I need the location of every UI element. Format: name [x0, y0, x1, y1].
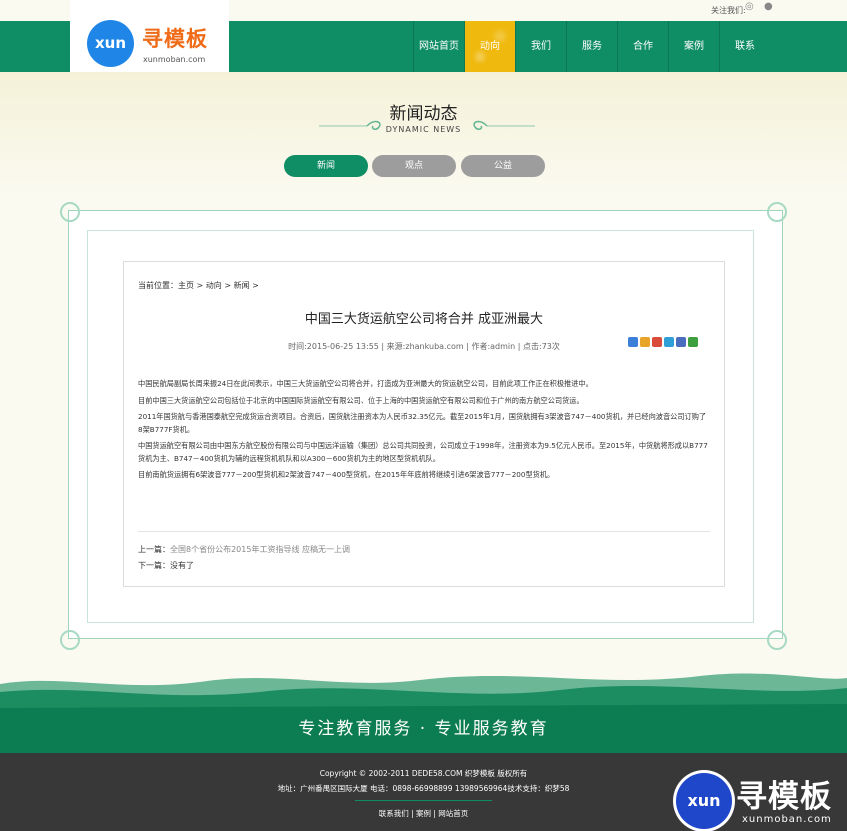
weibo-icon[interactable]: ◎	[745, 2, 757, 12]
footer-divider	[355, 800, 492, 801]
next-article: 下一篇：没有了	[138, 560, 194, 571]
nav-item-services[interactable]: 服务	[566, 21, 617, 72]
share-plus-icon[interactable]	[628, 337, 638, 347]
article-paragraph: 目前中国三大货运航空公司包括位于北京的中国国际货运航空有限公司、位于上海的中国货…	[138, 395, 584, 405]
share-qzone-icon[interactable]	[640, 337, 650, 347]
watermark-name: 寻模板	[736, 779, 832, 815]
article-body: 中国民航局副局长周来振24日在此间表示，中国三大货运航空公司将合并，打造成为亚洲…	[138, 378, 708, 486]
corner-ornament-icon	[767, 202, 787, 222]
prev-article-link[interactable]: 全国8个省份公布2015年工资指导线 应稿无一上调	[170, 545, 350, 554]
section-title: 新闻动态	[389, 104, 458, 124]
watermark-logo: xun 寻模板 xunmoban.com	[676, 771, 847, 831]
corner-ornament-icon	[767, 630, 787, 650]
watermark-badge: xun	[676, 773, 732, 829]
logo-name: 寻模板	[142, 27, 208, 51]
prev-article: 上一篇：全国8个省份公布2015年工资指导线 应稿无一上调	[138, 544, 350, 555]
nav-item-cases[interactable]: 案例	[668, 21, 719, 72]
follow-us-label: 关注我们:	[711, 6, 746, 15]
divider	[138, 531, 710, 532]
article-paragraph: 中国民航局副局长周来振24日在此间表示，中国三大货运航空公司将合并，打造成为亚洲…	[138, 379, 593, 388]
article-title: 中国三大货运航空公司将合并 成亚洲最大	[304, 312, 544, 327]
corner-ornament-icon	[60, 202, 80, 222]
watermark-domain: xunmoban.com	[742, 814, 832, 825]
share-weibo-icon[interactable]	[652, 337, 662, 347]
article-paragraph: 2011年国货航与香港国泰航空完成货运合资项目。合资后，国货航注册资本为人民币3…	[138, 412, 707, 434]
mountain-landscape-icon	[0, 673, 847, 753]
share-wechat-icon[interactable]	[688, 337, 698, 347]
article-paragraph: 目前南航货运拥有6架波音777－200型货机和2架波音747－400型货机，在2…	[138, 470, 555, 479]
section-subtitle: DYNAMIC NEWS	[385, 125, 462, 134]
article-box: 当前位置：主页 > 动向 > 新闻 > 中国三大货运航空公司将合并 成亚洲最大 …	[123, 261, 725, 587]
logo-domain: xunmoban.com	[143, 55, 206, 64]
logo[interactable]: xun 寻模板 xunmoban.com	[70, 0, 229, 73]
share-renren-icon[interactable]	[676, 337, 686, 347]
share-bar	[628, 337, 698, 347]
wechat-icon[interactable]: ●	[764, 2, 776, 12]
section-banner	[0, 72, 847, 200]
corner-ornament-icon	[60, 630, 80, 650]
main-nav: 网站首页 动向 我们 服务 合作 案例 联系	[413, 21, 770, 72]
slogan: 专注教育服务 · 专业服务教育	[298, 719, 549, 739]
prev-label: 上一篇：	[138, 545, 170, 554]
tab-charity[interactable]: 公益	[461, 155, 545, 177]
article-paragraph: 中国货运航空有限公司由中国东方航空股份有限公司与中国远洋运输（集团）总公司共同投…	[138, 441, 708, 463]
next-label: 下一篇：	[138, 561, 170, 570]
nav-item-home[interactable]: 网站首页	[413, 21, 464, 72]
nav-item-contact[interactable]: 联系	[719, 21, 770, 72]
next-article-text: 没有了	[170, 561, 194, 570]
nav-item-dynamics[interactable]: 动向	[464, 21, 515, 72]
tab-news[interactable]: 新闻	[284, 155, 368, 177]
nav-item-cooperation[interactable]: 合作	[617, 21, 668, 72]
logo-badge: xun	[87, 20, 134, 67]
breadcrumb: 当前位置：主页 > 动向 > 新闻 >	[138, 281, 259, 290]
nav-item-about[interactable]: 我们	[515, 21, 566, 72]
share-tencent-icon[interactable]	[664, 337, 674, 347]
tab-opinion[interactable]: 观点	[372, 155, 456, 177]
